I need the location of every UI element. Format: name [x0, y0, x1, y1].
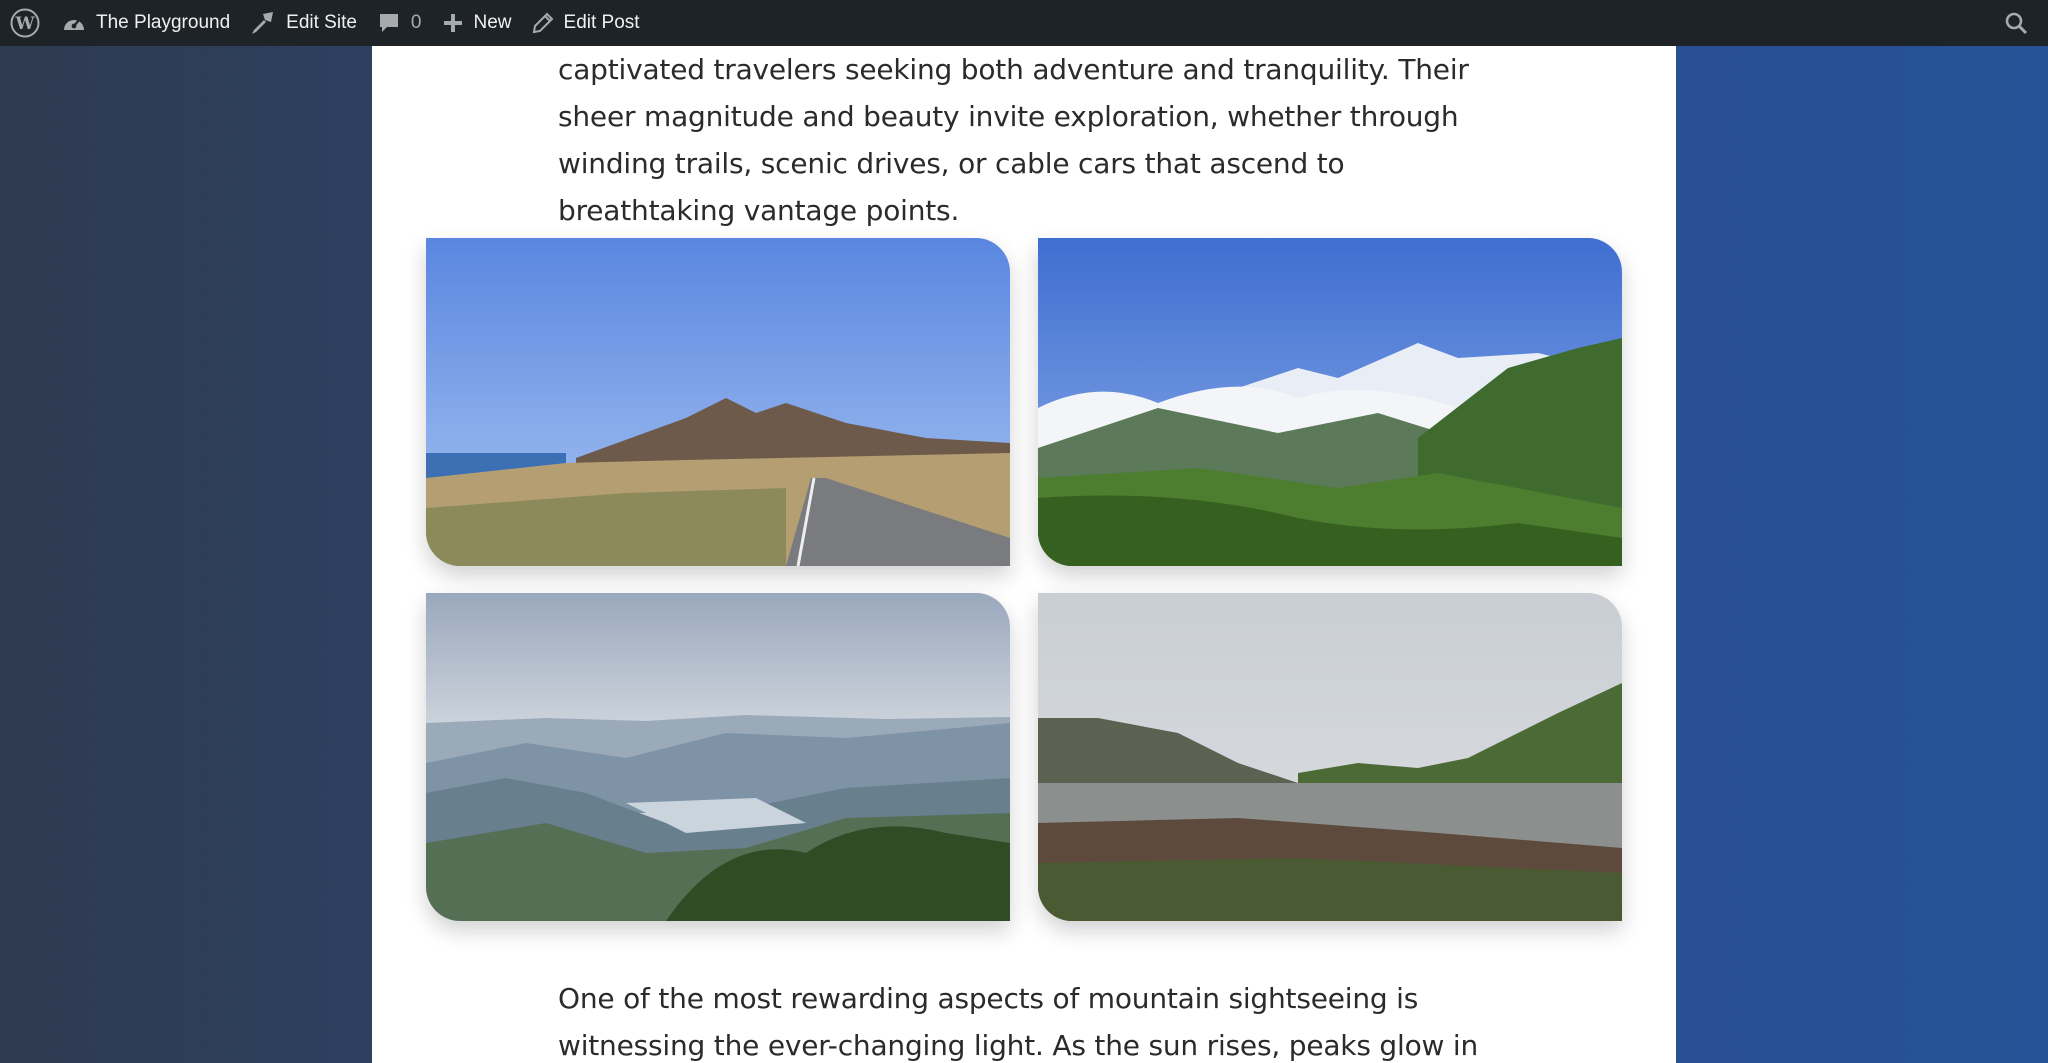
- search-icon: [2004, 11, 2028, 35]
- new-label: New: [473, 12, 512, 33]
- edit-site-label: Edit Site: [286, 12, 357, 33]
- svg-text:W: W: [14, 14, 35, 34]
- site-name-label: The Playground: [96, 12, 231, 33]
- gallery-image-misty-hills[interactable]: [426, 593, 1010, 921]
- image-gallery: [426, 238, 1622, 921]
- brush-icon: [250, 11, 276, 35]
- plus-icon: [442, 12, 464, 34]
- comments-link[interactable]: 0: [367, 0, 432, 46]
- search-button[interactable]: [1994, 0, 2038, 46]
- gallery-image-coastal-road[interactable]: [426, 238, 1010, 566]
- pencil-icon: [532, 12, 554, 34]
- wordpress-logo-icon: W: [10, 8, 40, 38]
- gallery-image-mountain-valley[interactable]: [1038, 238, 1622, 566]
- edit-post-label: Edit Post: [563, 12, 640, 33]
- comment-icon: [377, 12, 401, 34]
- edit-post-link[interactable]: Edit Post: [522, 0, 650, 46]
- wordpress-menu[interactable]: W: [0, 0, 52, 46]
- dashboard-icon: [62, 12, 86, 34]
- admin-bar: W The Playground Edit Site 0 New Edit Po…: [0, 0, 2048, 46]
- post-content: captivated travelers seeking both advent…: [372, 46, 1676, 1063]
- gallery-image-lake[interactable]: [1038, 593, 1622, 921]
- paragraph-top: captivated travelers seeking both advent…: [558, 53, 1469, 227]
- new-content-link[interactable]: New: [432, 0, 522, 46]
- edit-site-link[interactable]: Edit Site: [240, 0, 367, 46]
- comments-count: 0: [410, 12, 422, 33]
- paragraph-bottom: One of the most rewarding aspects of mou…: [558, 982, 1479, 1062]
- site-name-link[interactable]: The Playground: [52, 0, 240, 46]
